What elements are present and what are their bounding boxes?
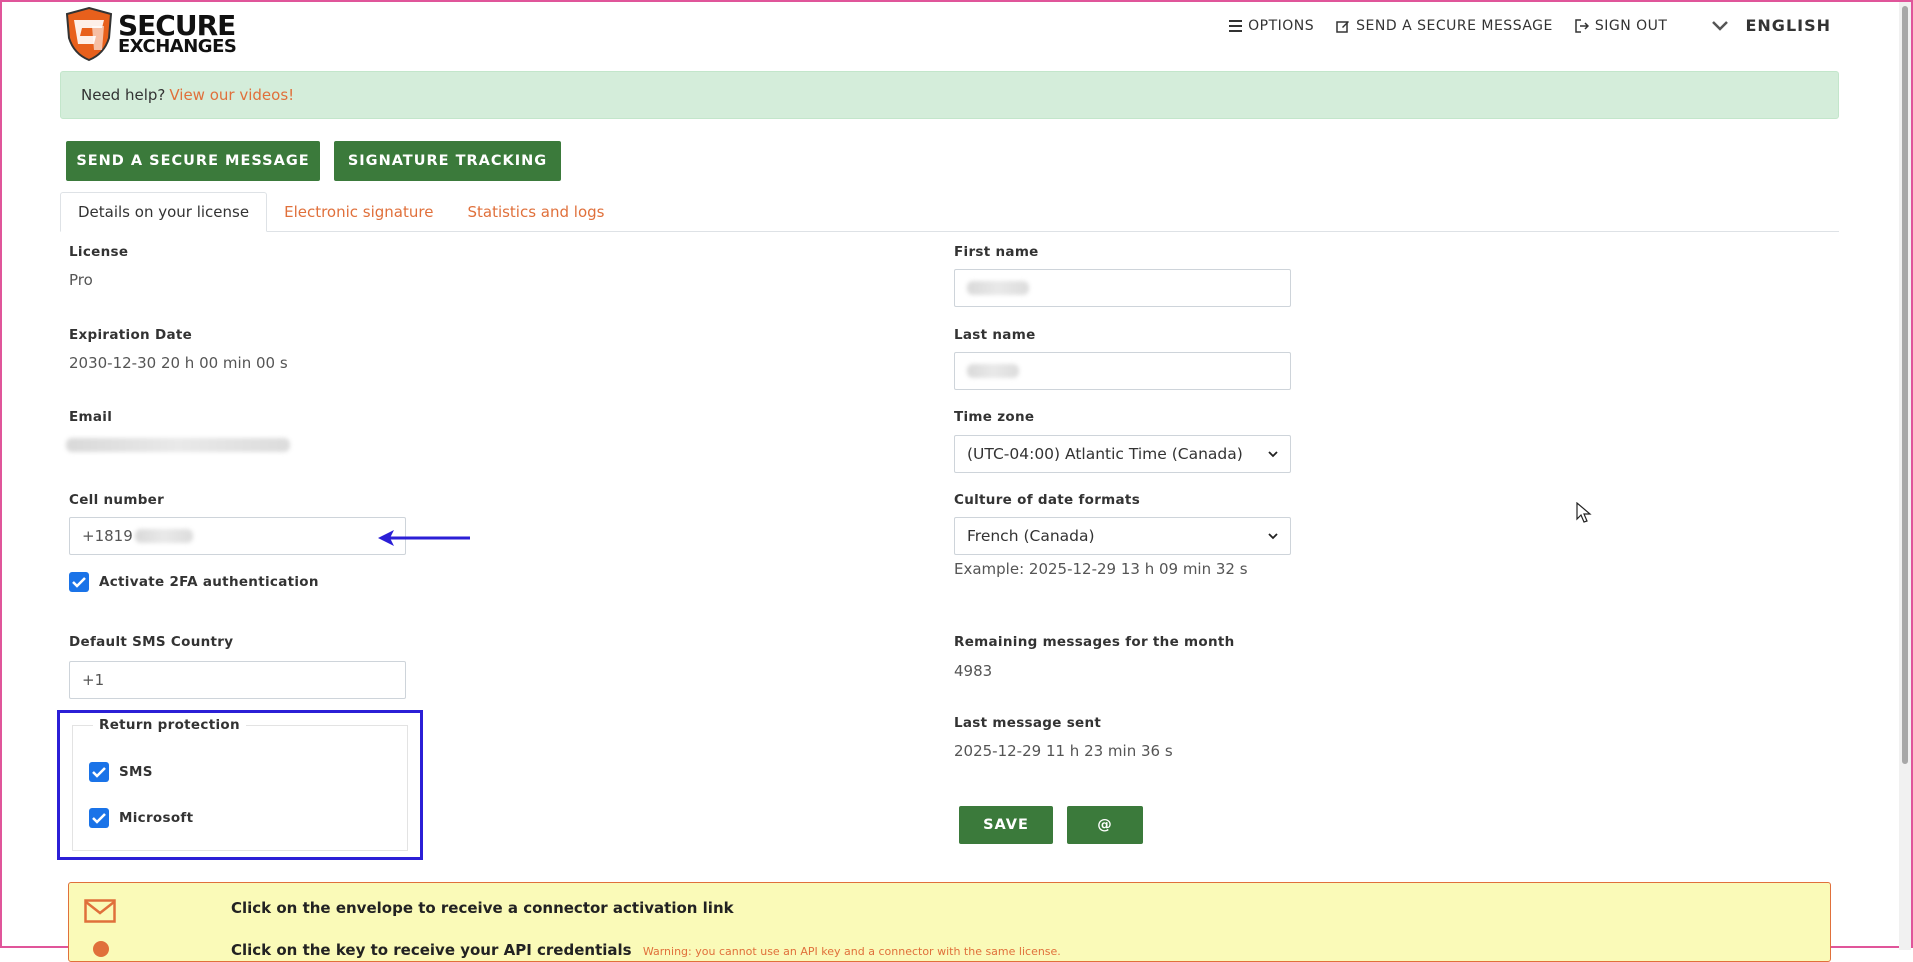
- remaining-messages-value: 4983: [954, 662, 993, 680]
- twofa-checkbox-row[interactable]: Activate 2FA authentication: [69, 572, 319, 592]
- top-nav: OPTIONS SEND A SECURE MESSAGE SIGN OUT E…: [1207, 16, 1831, 35]
- last-message-sent-value: 2025-12-29 11 h 23 min 36 s: [954, 742, 1173, 760]
- last-message-sent-label: Last message sent: [954, 715, 1102, 731]
- first-name-label: First name: [954, 244, 1039, 260]
- check-icon: [92, 767, 106, 778]
- return-protection-fieldset: Return protection SMS Microsoft: [72, 717, 408, 851]
- remaining-messages-label: Remaining messages for the month: [954, 634, 1235, 650]
- logo[interactable]: SECURE EXCHANGES: [64, 6, 237, 62]
- logo-text: SECURE EXCHANGES: [118, 9, 237, 57]
- key-icon[interactable]: [91, 939, 111, 961]
- key-instruction: Click on the key to receive your API cre…: [231, 941, 1061, 959]
- chevron-down-icon: [1268, 451, 1278, 458]
- send-secure-message-button[interactable]: SEND A SECURE MESSAGE: [66, 141, 320, 181]
- envelope-icon[interactable]: [84, 899, 116, 923]
- expiration-label: Expiration Date: [69, 327, 193, 343]
- email-value-redacted: [66, 438, 290, 456]
- last-name-input[interactable]: [954, 352, 1291, 390]
- culture-example: Example: 2025-12-29 13 h 09 min 32 s: [954, 560, 1248, 578]
- nav-options[interactable]: OPTIONS: [1229, 18, 1314, 34]
- tab-statistics-logs[interactable]: Statistics and logs: [450, 192, 621, 232]
- nav-send-message[interactable]: SEND A SECURE MESSAGE: [1336, 18, 1553, 34]
- edit-icon: [1336, 20, 1350, 33]
- cell-number-input[interactable]: +1819: [69, 517, 406, 555]
- scrollbar-thumb[interactable]: [1902, 6, 1908, 764]
- logo-line-2: EXCHANGES: [118, 35, 237, 57]
- signature-tracking-button[interactable]: SIGNATURE TRACKING: [334, 141, 561, 181]
- nav-send-message-label: SEND A SECURE MESSAGE: [1356, 17, 1553, 34]
- time-zone-value: (UTC-04:00) Atlantic Time (Canada): [967, 445, 1243, 463]
- email-settings-button[interactable]: @: [1067, 806, 1143, 844]
- nav-options-label: OPTIONS: [1248, 17, 1315, 34]
- time-zone-label: Time zone: [954, 409, 1035, 425]
- annotation-arrow-icon: [378, 530, 470, 546]
- return-microsoft-label: Microsoft: [119, 810, 194, 826]
- key-instruction-text: Click on the key to receive your API cre…: [231, 941, 632, 959]
- check-icon: [72, 577, 86, 588]
- return-microsoft-checkbox[interactable]: [89, 808, 109, 828]
- license-label: License: [69, 244, 129, 260]
- language-label: ENGLISH: [1745, 16, 1831, 35]
- culture-label: Culture of date formats: [954, 492, 1141, 508]
- chevron-down-icon: [1268, 533, 1278, 540]
- save-button[interactable]: SAVE: [959, 806, 1053, 844]
- key-warning-text: Warning: you cannot use an API key and a…: [642, 945, 1061, 958]
- tab-electronic-signature[interactable]: Electronic signature: [267, 192, 450, 232]
- check-icon: [92, 813, 106, 824]
- expiration-value: 2030-12-30 20 h 00 min 00 s: [69, 354, 288, 372]
- first-name-input[interactable]: [954, 269, 1291, 307]
- nav-sign-out[interactable]: SIGN OUT: [1575, 18, 1668, 34]
- email-label: Email: [69, 409, 113, 425]
- help-banner: Need help? View our videos!: [60, 71, 1839, 119]
- sign-out-icon: [1575, 18, 1589, 33]
- top-bar: SECURE EXCHANGES OPTIONS SEND A SECURE M…: [2, 2, 1911, 62]
- cell-number-value: +1819: [82, 527, 133, 545]
- cell-number-label: Cell number: [69, 492, 165, 508]
- shield-logo-icon: [64, 6, 114, 62]
- menu-icon: [1229, 19, 1243, 32]
- twofa-label: Activate 2FA authentication: [99, 574, 319, 590]
- twofa-checkbox[interactable]: [69, 572, 89, 592]
- language-selector[interactable]: ENGLISH: [1711, 16, 1831, 35]
- culture-select[interactable]: French (Canada): [954, 517, 1291, 555]
- license-value: Pro: [69, 271, 93, 289]
- page-scrollbar[interactable]: [1899, 2, 1911, 950]
- sms-country-input[interactable]: +1: [69, 661, 406, 699]
- culture-value: French (Canada): [967, 527, 1095, 545]
- return-sms-label: SMS: [119, 764, 153, 780]
- return-protection-highlight: Return protection SMS Microsoft: [57, 710, 423, 860]
- help-text: Need help?: [81, 86, 166, 104]
- tab-details-license[interactable]: Details on your license: [60, 192, 268, 232]
- return-sms-row[interactable]: SMS: [89, 762, 153, 782]
- return-sms-checkbox[interactable]: [89, 762, 109, 782]
- view-videos-link[interactable]: View our videos!: [169, 86, 294, 104]
- nav-sign-out-label: SIGN OUT: [1594, 17, 1668, 34]
- sms-country-value: +1: [82, 671, 105, 689]
- mouse-cursor-icon: [1576, 502, 1592, 523]
- envelope-instruction: Click on the envelope to receive a conne…: [231, 899, 734, 917]
- tab-bar: Details on your license Electronic signa…: [60, 192, 1839, 232]
- return-protection-legend: Return protection: [93, 717, 246, 733]
- chevron-down-icon: [1712, 20, 1729, 31]
- logo-line-1: SECURE: [118, 9, 236, 43]
- connector-info-box: Click on the envelope to receive a conne…: [68, 882, 1831, 962]
- time-zone-select[interactable]: (UTC-04:00) Atlantic Time (Canada): [954, 435, 1291, 473]
- last-name-label: Last name: [954, 327, 1036, 343]
- return-microsoft-row[interactable]: Microsoft: [89, 808, 193, 828]
- sms-country-label: Default SMS Country: [69, 634, 234, 650]
